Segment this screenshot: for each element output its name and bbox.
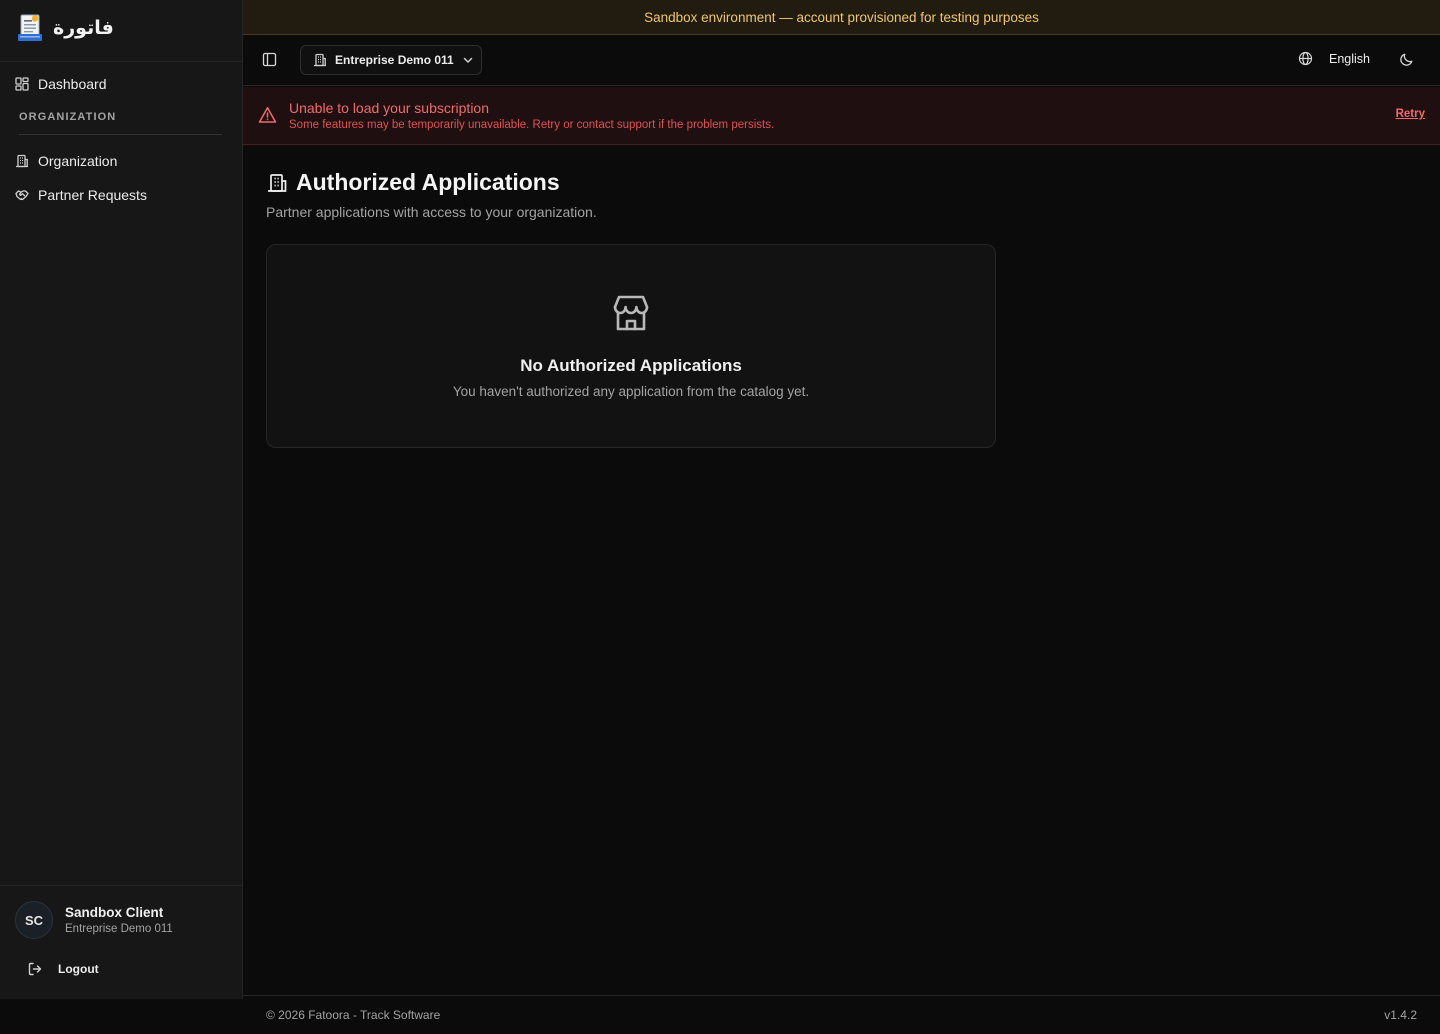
alert-description: Some features may be temporarily unavail… [289, 119, 775, 131]
top-header: Entreprise Demo 011 English [243, 35, 1440, 86]
logo-text: فاتورة [53, 17, 114, 39]
alert-title: Unable to load your subscription [289, 100, 490, 116]
logout-icon [27, 961, 43, 977]
subscription-error-alert: Unable to load your subscription Some fe… [243, 87, 1440, 145]
page-subtitle: Partner applications with access to your… [266, 204, 597, 220]
building-icon [313, 53, 327, 67]
page-heading: Authorized Applications [266, 169, 560, 196]
logout-button[interactable]: Logout [27, 961, 99, 977]
footer-version: v1.4.2 [1384, 1008, 1417, 1022]
sandbox-banner-text: Sandbox environment — account provisione… [644, 9, 1039, 25]
app-logo[interactable]: فاتورة [16, 12, 114, 44]
logout-label: Logout [58, 962, 99, 976]
dashboard-grid-icon [15, 77, 29, 91]
sidebar-section-divider [19, 134, 222, 135]
sidebar-item-dashboard[interactable]: Dashboard [15, 76, 107, 92]
sidebar-toggle-icon[interactable] [262, 52, 277, 67]
page-title: Authorized Applications [296, 169, 560, 195]
empty-state-card: No Authorized Applications You haven't a… [266, 244, 996, 448]
sidebar-item-organization[interactable]: Organization [15, 153, 117, 169]
sidebar-header-divider [0, 61, 242, 62]
invoice-logo-icon [16, 12, 44, 44]
sidebar-item-label: Partner Requests [38, 187, 147, 203]
user-organization: Entreprise Demo 011 [65, 923, 173, 935]
sidebar-footer-divider [0, 885, 242, 886]
sidebar-item-label: Dashboard [38, 76, 107, 92]
organization-switcher[interactable]: Entreprise Demo 011 [300, 45, 482, 75]
building-icon [266, 172, 288, 194]
store-icon [609, 292, 653, 334]
empty-state-description: You haven't authorized any application f… [452, 384, 810, 399]
organization-switcher-label: Entreprise Demo 011 [335, 53, 454, 67]
chevron-down-icon [462, 54, 474, 66]
user-name: Sandbox Client [65, 905, 164, 920]
footer-divider [243, 995, 1440, 996]
language-label: English [1329, 51, 1370, 66]
sidebar-item-label: Organization [38, 153, 118, 169]
sidebar-section-title: ORGANIZATION [19, 111, 117, 123]
retry-link[interactable]: Retry [1396, 108, 1425, 120]
language-selector[interactable]: English [1298, 51, 1370, 66]
avatar: SC [15, 901, 53, 939]
handshake-icon [15, 188, 29, 202]
building-icon [15, 154, 29, 168]
sidebar: فاتورة Dashboard ORGANIZATION Organizati… [0, 0, 243, 999]
user-info: Sandbox Client Entreprise Demo 011 [65, 905, 173, 935]
user-profile[interactable]: SC Sandbox Client Entreprise Demo 011 [15, 901, 173, 939]
footer-copyright: © 2026 Fatoora - Track Software [266, 1008, 441, 1022]
sidebar-item-partner-requests[interactable]: Partner Requests [15, 187, 147, 203]
warning-triangle-icon [258, 106, 277, 124]
globe-icon [1298, 51, 1313, 66]
theme-toggle-moon-icon[interactable] [1399, 52, 1414, 67]
empty-state-title: No Authorized Applications [520, 356, 742, 375]
sandbox-banner: Sandbox environment — account provisione… [243, 0, 1440, 35]
